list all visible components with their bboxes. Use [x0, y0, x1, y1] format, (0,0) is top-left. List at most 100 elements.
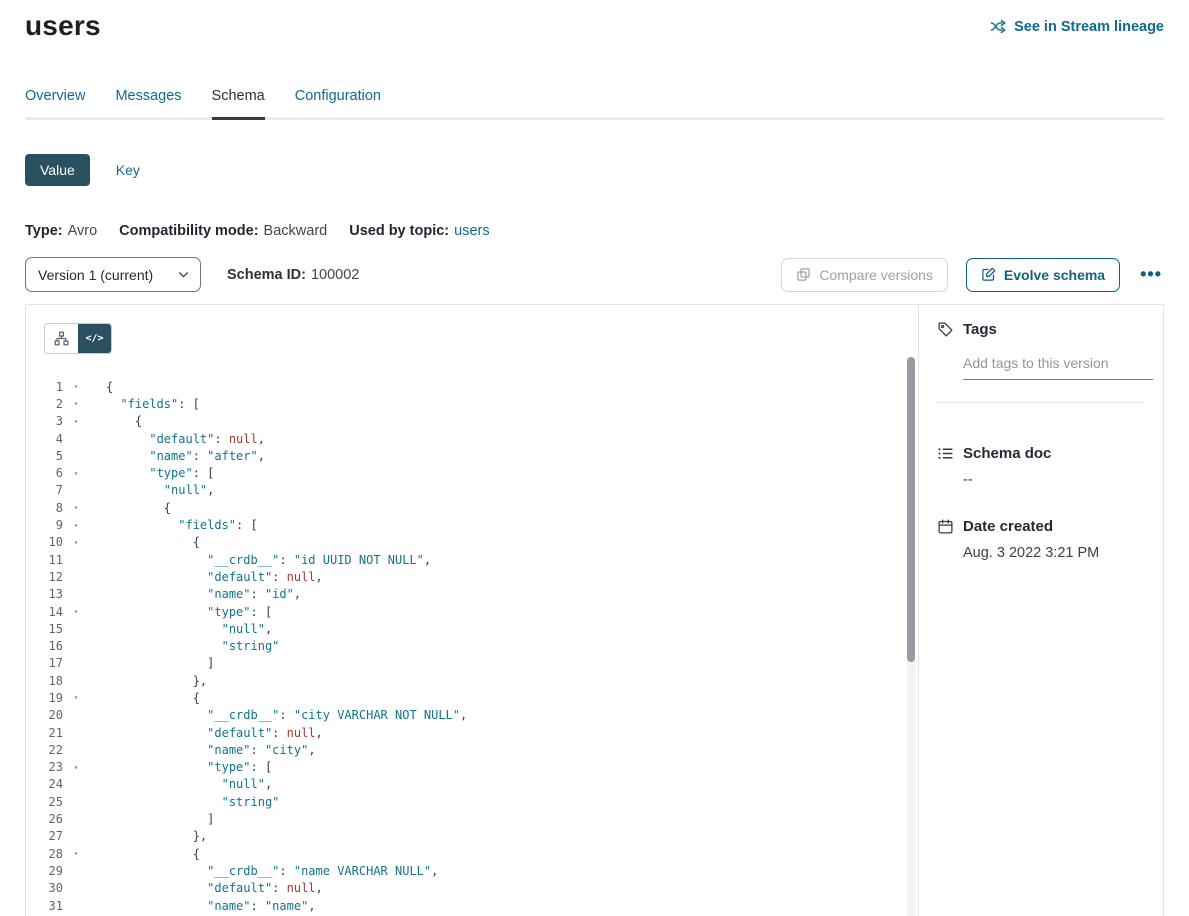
code-token: , — [424, 553, 431, 567]
topic-link[interactable]: users — [454, 223, 489, 239]
line-number: 23 — [26, 760, 63, 774]
code-text: "type": [ — [89, 760, 272, 774]
code-token: : [ — [178, 397, 200, 411]
evolve-schema-button[interactable]: Evolve schema — [966, 258, 1120, 292]
tab-schema[interactable]: Schema — [212, 88, 265, 120]
compare-versions-button[interactable]: Compare versions — [781, 258, 948, 292]
date-created-header: Date created — [937, 518, 1145, 535]
code-token: { — [193, 691, 200, 705]
code-token: "null" — [222, 777, 265, 791]
code-token: "default" — [207, 726, 272, 740]
code-text: "default": null, — [89, 726, 323, 740]
code-token: "id UUID NOT NULL" — [294, 553, 424, 567]
scrollbar-thumb[interactable] — [907, 357, 915, 662]
compatibility-label: Compatibility mode: — [119, 223, 258, 239]
line-number: 20 — [26, 708, 63, 722]
type-value: Avro — [68, 223, 98, 239]
code-view-button[interactable]: </> — [78, 324, 111, 353]
code-text: { — [89, 691, 200, 705]
editor-scrollbar[interactable] — [907, 357, 915, 916]
tab-overview[interactable]: Overview — [25, 88, 85, 117]
code-token: , — [258, 449, 265, 463]
fold-toggle-icon[interactable]: ▾ — [63, 417, 89, 426]
code-line: 14▾"type": [ — [26, 603, 918, 620]
code-text: ] — [89, 812, 214, 826]
code-token: , — [308, 743, 315, 757]
code-token: "__crdb__" — [207, 553, 279, 567]
tags-section: Tags — [937, 321, 1145, 403]
line-number: 12 — [26, 570, 63, 584]
code-line: 6▾"type": [ — [26, 464, 918, 481]
tree-view-button[interactable] — [45, 324, 78, 353]
evolve-schema-label: Evolve schema — [1004, 267, 1105, 283]
code-text: "fields": [ — [89, 397, 200, 411]
code-token: : [ — [236, 518, 258, 532]
stream-lineage-icon — [990, 18, 1007, 35]
code-line: 12"default": null, — [26, 568, 918, 585]
schema-doc-title: Schema doc — [963, 445, 1051, 462]
fold-toggle-icon[interactable]: ▾ — [63, 538, 89, 547]
type-meta: Type:Avro — [25, 223, 97, 239]
code-line: 23▾"type": [ — [26, 759, 918, 776]
value-toggle-button[interactable]: Value — [25, 154, 90, 186]
fold-toggle-icon[interactable]: ▾ — [63, 693, 89, 702]
code-line: 18}, — [26, 672, 918, 689]
code-text: "name": "name", — [89, 899, 316, 913]
schema-id: Schema ID:100002 — [227, 267, 359, 283]
lineage-link-label: See in Stream lineage — [1014, 19, 1164, 35]
code-text: "string" — [89, 795, 279, 809]
line-number: 3 — [26, 414, 63, 428]
code-token: "default" — [207, 570, 272, 584]
version-select[interactable]: Version 1 (current) — [25, 257, 201, 292]
code-token: { — [193, 847, 200, 861]
line-number: 30 — [26, 881, 63, 895]
code-token: "null" — [222, 622, 265, 636]
code-token: : — [193, 449, 207, 463]
tag-icon — [937, 321, 954, 338]
code-token: { — [193, 535, 200, 549]
code-text: "null", — [89, 622, 272, 636]
code-token: ] — [207, 812, 214, 826]
fold-toggle-icon[interactable]: ▾ — [63, 763, 89, 772]
code-text: "default": null, — [89, 432, 265, 446]
line-number: 5 — [26, 449, 63, 463]
code-token: "__crdb__" — [207, 864, 279, 878]
code-token: "type" — [149, 466, 192, 480]
fold-toggle-icon[interactable]: ▾ — [63, 607, 89, 616]
fold-toggle-icon[interactable]: ▾ — [63, 849, 89, 858]
code-token: null — [287, 726, 316, 740]
fold-toggle-icon[interactable]: ▾ — [63, 469, 89, 478]
fold-toggle-icon[interactable]: ▾ — [63, 399, 89, 408]
code-line: 9▾"fields": [ — [26, 516, 918, 533]
tags-input[interactable] — [963, 351, 1153, 380]
schema-meta-row: Type:Avro Compatibility mode:Backward Us… — [25, 223, 1164, 239]
line-number: 13 — [26, 587, 63, 601]
see-in-stream-lineage-link[interactable]: See in Stream lineage — [990, 18, 1164, 35]
fold-toggle-icon[interactable]: ▾ — [63, 521, 89, 530]
code-token: null — [287, 570, 316, 584]
code-text: { — [89, 414, 142, 428]
tab-bar: Overview Messages Schema Configuration — [25, 88, 1164, 120]
code-line: 30"default": null, — [26, 880, 918, 897]
more-options-button[interactable]: ••• — [1138, 264, 1164, 285]
code-token: : — [279, 864, 293, 878]
code-text: }, — [89, 674, 207, 688]
version-actions: Compare versions Evolve schema ••• — [781, 258, 1164, 292]
key-toggle-button[interactable]: Key — [116, 162, 140, 178]
code-token: "__crdb__" — [207, 708, 279, 722]
fold-toggle-icon[interactable]: ▾ — [63, 503, 89, 512]
code-token: "type" — [207, 605, 250, 619]
code-token: : — [272, 881, 286, 895]
tab-configuration[interactable]: Configuration — [295, 88, 381, 117]
fold-toggle-icon[interactable]: ▾ — [63, 382, 89, 391]
code-token: : [ — [251, 605, 273, 619]
tab-messages[interactable]: Messages — [115, 88, 181, 117]
code-token: "name" — [207, 587, 250, 601]
code-text: { — [89, 501, 171, 515]
schema-sidebar: Tags Schema doc -- — [918, 305, 1163, 916]
schema-doc-header: Schema doc — [937, 445, 1145, 462]
line-number: 9 — [26, 518, 63, 532]
edit-icon — [981, 267, 996, 282]
code-token: "after" — [207, 449, 258, 463]
code-text: "name": "city", — [89, 743, 316, 757]
